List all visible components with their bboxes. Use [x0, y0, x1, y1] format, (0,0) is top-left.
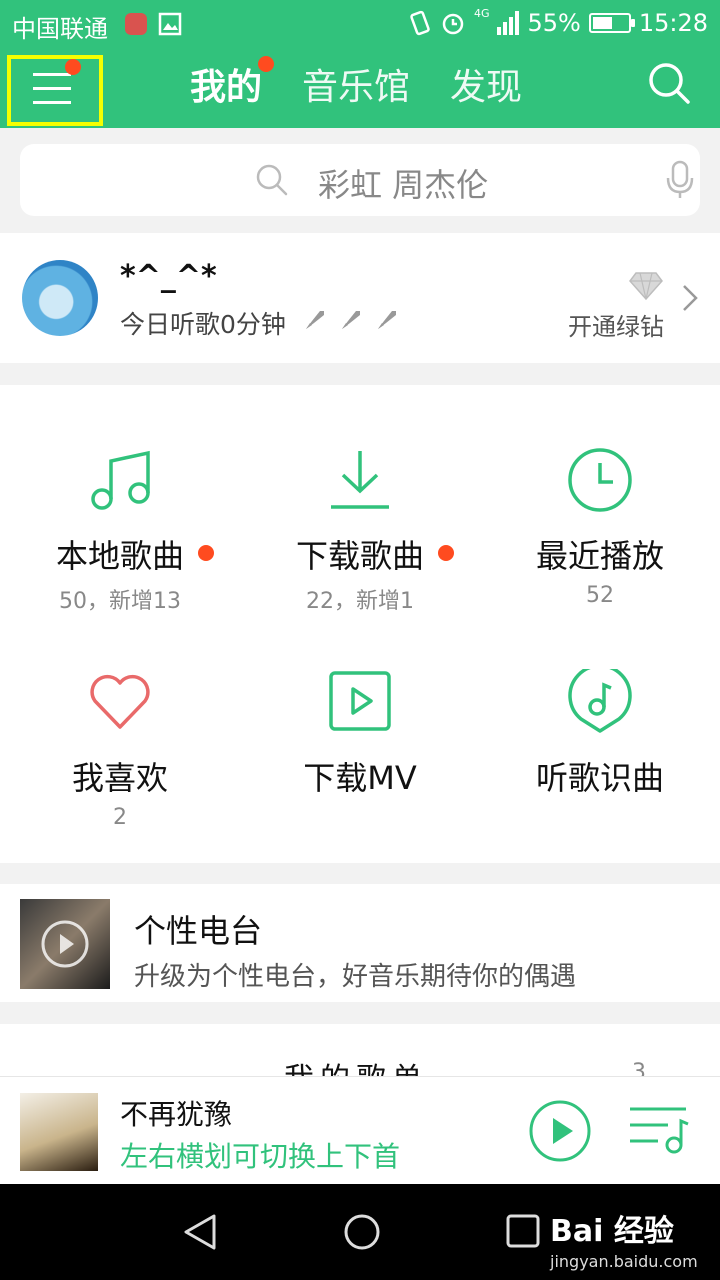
downloaded-songs-item[interactable]: 下载歌曲 22，新增1: [240, 447, 480, 615]
play-circle-icon: [41, 920, 89, 968]
microphone-icon[interactable]: [666, 160, 694, 200]
function-grid: 本地歌曲 50，新增13 下载歌曲 22，新增1 最近播放 52 我喜欢 2 下…: [0, 385, 720, 863]
tab-mine[interactable]: 我的: [190, 56, 275, 110]
menu-button[interactable]: [7, 55, 103, 126]
baidu-watermark: Bai 经验 jingyan.baidu.com: [550, 1206, 698, 1271]
item-label: 本地歌曲: [56, 531, 214, 577]
recent-play-item[interactable]: 最近播放 52: [480, 447, 720, 608]
tab-music-hall[interactable]: 音乐馆: [302, 58, 410, 110]
song-title: 不再犹豫: [120, 1098, 233, 1131]
back-icon[interactable]: [180, 1212, 220, 1252]
status-bar: 中国联通 4G 55% 15:28: [0, 0, 720, 50]
vibrate-icon: [410, 10, 430, 36]
notification-dot: [198, 545, 214, 561]
item-label: 我喜欢: [71, 759, 168, 797]
local-songs-item[interactable]: 本地歌曲 50，新增13: [0, 447, 240, 615]
radio-cover-image: [20, 899, 110, 989]
top-tabs: 我的 音乐馆 发现: [190, 56, 522, 110]
mini-player[interactable]: 不再犹豫 左右横划可切换上下首: [0, 1076, 720, 1185]
avatar[interactable]: [22, 260, 98, 336]
my-playlists-section[interactable]: 我的歌单 3: [0, 1024, 720, 1084]
video-play-icon: [329, 671, 391, 731]
item-label: 听歌识曲: [535, 759, 664, 797]
item-sub: 50，新增13: [59, 589, 181, 614]
personal-radio[interactable]: 个性电台 升级为个性电台，好音乐期待你的偶遇: [0, 884, 720, 1002]
radio-title: 个性电台: [134, 912, 263, 950]
network-type: 4G: [473, 6, 490, 20]
search-placeholder: 彩虹 周杰伦: [318, 166, 489, 204]
download-mv-item[interactable]: 下载MV: [240, 669, 480, 799]
notification-dot: [438, 545, 454, 561]
item-sub: 22，新增1: [306, 589, 414, 614]
search-icon[interactable]: [646, 60, 692, 106]
watermark-brand: Bai 经验: [550, 1214, 674, 1249]
signal-icon: [497, 11, 520, 35]
battery-icon: [588, 13, 635, 33]
level-rockets: [302, 307, 400, 333]
carrier-label: 中国联通: [12, 15, 108, 43]
recent-apps-icon[interactable]: [504, 1212, 544, 1252]
username: *^_^*: [120, 259, 217, 294]
album-cover[interactable]: [20, 1093, 98, 1171]
search-input[interactable]: 彩虹 周杰伦: [20, 144, 700, 216]
chevron-right-icon[interactable]: [680, 283, 700, 313]
hamburger-icon: [33, 73, 71, 76]
clock-time: 15:28: [638, 9, 708, 37]
item-label: 下载歌曲: [296, 531, 454, 577]
rocket-icon: [306, 311, 324, 329]
search-icon: [256, 164, 288, 196]
battery-percent: 55%: [527, 9, 581, 37]
home-icon[interactable]: [342, 1212, 382, 1252]
alarm-icon: [442, 13, 464, 35]
favorites-item[interactable]: 我喜欢 2: [0, 669, 240, 830]
app-bar: 我的 音乐馆 发现: [0, 50, 720, 128]
download-icon: [331, 451, 389, 509]
diamond-icon: [629, 272, 663, 301]
rocket-icon: [342, 311, 360, 329]
item-sub: 52: [586, 583, 614, 608]
notification-dot: [65, 59, 81, 75]
rocket-icon: [378, 311, 396, 329]
open-vip-link[interactable]: 开通绿钻: [568, 307, 664, 342]
listen-time: 今日听歌0分钟: [120, 310, 286, 339]
clock-icon: [568, 448, 632, 512]
app-notification-icon: [125, 13, 147, 35]
playlist-queue-icon[interactable]: [628, 1103, 690, 1155]
music-recognition-icon: [568, 664, 632, 733]
system-nav-bar: Bai 经验 jingyan.baidu.com: [0, 1184, 720, 1280]
radio-description: 升级为个性电台，好音乐期待你的偶遇: [134, 962, 577, 992]
watermark-url: jingyan.baidu.com: [550, 1252, 698, 1271]
heart-icon: [90, 674, 150, 729]
tab-discover[interactable]: 发现: [450, 58, 522, 110]
swipe-hint: 左右横划可切换上下首: [120, 1140, 401, 1173]
item-label: 下载MV: [303, 759, 417, 797]
play-button[interactable]: [528, 1099, 592, 1163]
item-sub: 2: [113, 805, 127, 830]
image-icon: [158, 12, 182, 36]
music-note-icon: [91, 450, 150, 510]
notification-dot: [258, 56, 275, 72]
profile-card[interactable]: *^_^* 今日听歌0分钟 开通绿钻: [0, 233, 720, 363]
item-label: 最近播放: [535, 537, 664, 575]
recognize-song-item[interactable]: 听歌识曲: [480, 664, 720, 799]
